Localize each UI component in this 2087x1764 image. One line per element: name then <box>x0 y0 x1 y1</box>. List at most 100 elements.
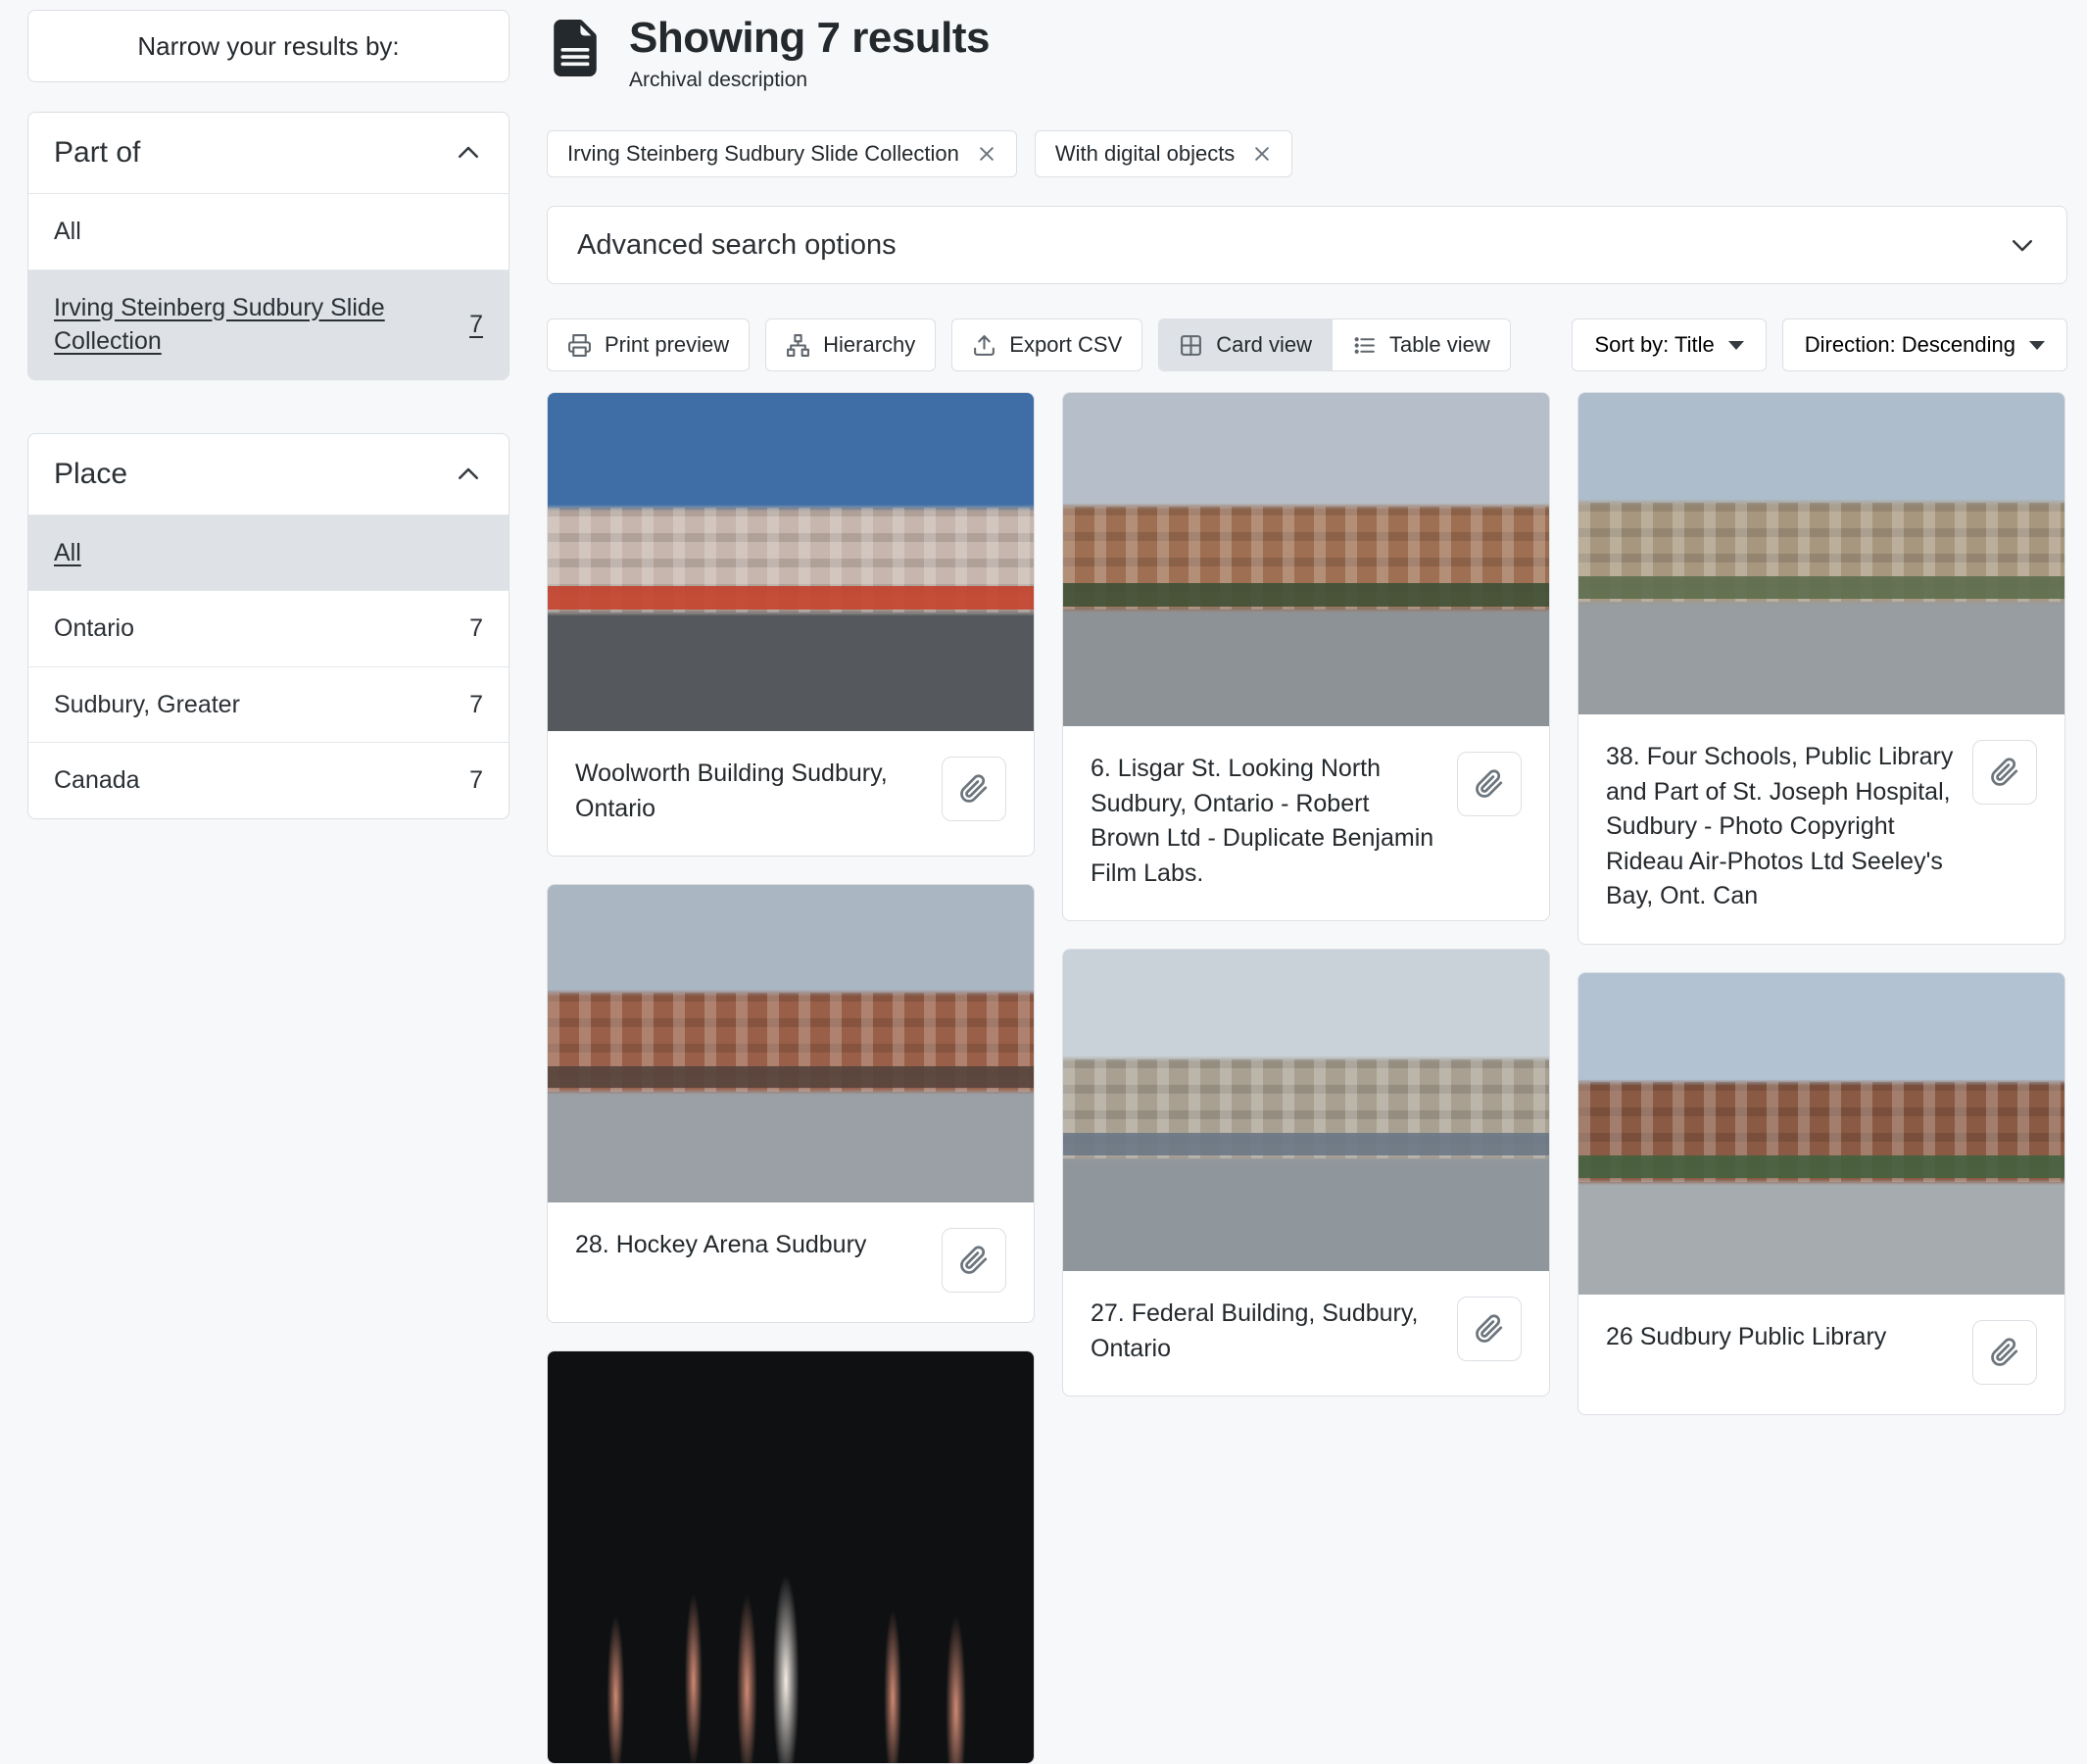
close-icon[interactable] <box>977 144 996 164</box>
filter-pill-label: With digital objects <box>1055 141 1235 167</box>
results-grid: Woolworth Building Sudbury, Ontario 28. H… <box>547 392 2067 1764</box>
card-view-label: Card view <box>1216 332 1312 358</box>
file-text-icon <box>547 18 604 78</box>
facet-section-place-header[interactable]: Place <box>28 434 509 514</box>
result-card[interactable]: 28. Hockey Arena Sudbury <box>547 884 1035 1323</box>
results-column: 38. Four Schools, Public Library and Par… <box>1577 392 2065 1415</box>
attachment-button[interactable] <box>942 757 1006 821</box>
result-thumbnail[interactable] <box>1578 393 2064 714</box>
result-card[interactable]: 38. Four Schools, Public Library and Par… <box>1577 392 2065 945</box>
table-view-label: Table view <box>1389 332 1490 358</box>
chevron-down-icon <box>2008 230 2037 260</box>
hierarchy-icon <box>786 333 810 358</box>
chevron-up-icon <box>454 460 483 489</box>
facet-option-part-of-all[interactable]: All <box>28 193 509 270</box>
advanced-search-label: Advanced search options <box>577 229 897 262</box>
result-thumbnail[interactable] <box>1063 393 1549 726</box>
facet-option-label[interactable]: All <box>54 536 81 570</box>
result-card-body: Woolworth Building Sudbury, Ontario <box>548 731 1034 856</box>
result-title-link[interactable]: 6. Lisgar St. Looking North Sudbury, Ont… <box>1091 752 1439 891</box>
chevron-up-icon <box>454 138 483 168</box>
view-toggle-group: Card view Table view <box>1158 318 1511 371</box>
facet-sidebar: Narrow your results by: Part of All Irvi… <box>27 10 510 872</box>
list-icon <box>1352 333 1377 358</box>
result-card-body: 38. Four Schools, Public Library and Par… <box>1578 714 2064 944</box>
results-toolbar: Print preview Hierarchy Export CSV <box>547 318 2067 371</box>
facet-section-part-of: Part of All Irving Steinberg Sudbury Sli… <box>27 112 510 380</box>
attachment-button[interactable] <box>942 1228 1006 1293</box>
facet-option-place-sudbury[interactable]: Sudbury, Greater 7 <box>28 666 509 743</box>
result-card-body: 27. Federal Building, Sudbury, Ontario <box>1063 1271 1549 1396</box>
facet-option-label: All <box>54 215 81 249</box>
sidebar-title: Narrow your results by: <box>137 31 399 62</box>
facet-option-place-all[interactable]: All <box>28 514 509 591</box>
attachment-button[interactable] <box>1457 1297 1522 1361</box>
direction-dropdown[interactable]: Direction: Descending <box>1782 318 2067 371</box>
result-title-link[interactable]: 28. Hockey Arena Sudbury <box>575 1228 924 1263</box>
hierarchy-button[interactable]: Hierarchy <box>765 318 936 371</box>
result-title-link[interactable]: 27. Federal Building, Sudbury, Ontario <box>1091 1297 1439 1366</box>
export-csv-label: Export CSV <box>1009 332 1122 358</box>
page-header: Showing 7 results Archival description <box>547 14 990 92</box>
facet-option-count: 7 <box>469 688 483 722</box>
sort-by-label: Sort by: Title <box>1594 332 1714 358</box>
advanced-search-toggle[interactable]: Advanced search options <box>547 206 2067 284</box>
grid-icon <box>1179 333 1203 358</box>
results-column: Woolworth Building Sudbury, Ontario 28. H… <box>547 392 1035 1764</box>
result-card-body: 28. Hockey Arena Sudbury <box>548 1202 1034 1322</box>
sort-by-dropdown[interactable]: Sort by: Title <box>1572 318 1766 371</box>
export-icon <box>972 333 996 358</box>
result-thumbnail[interactable] <box>548 393 1034 731</box>
result-thumbnail[interactable] <box>548 1351 1034 1763</box>
export-csv-button[interactable]: Export CSV <box>951 318 1142 371</box>
paperclip-icon <box>1475 769 1504 799</box>
active-filters: Irving Steinberg Sudbury Slide Collectio… <box>547 130 1292 177</box>
page-subtitle: Archival description <box>629 69 990 92</box>
paperclip-icon <box>1990 758 2019 787</box>
result-title-link[interactable]: 26 Sudbury Public Library <box>1606 1320 1955 1355</box>
facet-option-count: 7 <box>469 612 483 646</box>
facet-option-part-of-collection[interactable]: Irving Steinberg Sudbury Slide Collectio… <box>28 270 509 379</box>
paperclip-icon <box>1990 1338 2019 1367</box>
printer-icon <box>567 333 592 358</box>
attachment-button[interactable] <box>1972 1320 2037 1385</box>
close-icon[interactable] <box>1252 144 1272 164</box>
result-card[interactable]: 26 Sudbury Public Library <box>1577 972 2065 1415</box>
table-view-button[interactable]: Table view <box>1332 319 1510 370</box>
result-thumbnail[interactable] <box>548 885 1034 1202</box>
filter-pill-label: Irving Steinberg Sudbury Slide Collectio… <box>567 141 959 167</box>
print-preview-button[interactable]: Print preview <box>547 318 750 371</box>
attachment-button[interactable] <box>1457 752 1522 816</box>
facet-option-label: Canada <box>54 763 140 798</box>
result-card[interactable]: 27. Federal Building, Sudbury, Ontario <box>1062 949 1550 1396</box>
paperclip-icon <box>959 774 989 804</box>
print-preview-label: Print preview <box>605 332 729 358</box>
facet-option-place-ontario[interactable]: Ontario 7 <box>28 590 509 666</box>
result-title-link[interactable]: 38. Four Schools, Public Library and Par… <box>1606 740 1955 914</box>
result-thumbnail[interactable] <box>1063 950 1549 1271</box>
caret-down-icon <box>1728 341 1744 350</box>
facet-section-part-of-header[interactable]: Part of <box>28 113 509 193</box>
result-card[interactable] <box>547 1350 1035 1764</box>
facet-section-title: Place <box>54 458 127 491</box>
paperclip-icon <box>959 1246 989 1275</box>
facet-option-label: Ontario <box>54 612 134 646</box>
caret-down-icon <box>2029 341 2045 350</box>
facet-option-count: 7 <box>469 763 483 798</box>
sidebar-title-card: Narrow your results by: <box>27 10 510 82</box>
result-thumbnail[interactable] <box>1578 973 2064 1295</box>
facet-option-place-canada[interactable]: Canada 7 <box>28 742 509 818</box>
facet-option-count[interactable]: 7 <box>469 308 483 342</box>
direction-label: Direction: Descending <box>1805 332 2015 358</box>
result-title-link[interactable]: Woolworth Building Sudbury, Ontario <box>575 757 924 826</box>
results-column: 6. Lisgar St. Looking North Sudbury, Ont… <box>1062 392 1550 1396</box>
card-view-button[interactable]: Card view <box>1159 319 1332 370</box>
facet-section-place: Place All Ontario 7 Sudbury, Greater 7 C… <box>27 433 510 819</box>
facet-option-label[interactable]: Irving Steinberg Sudbury Slide Collectio… <box>54 291 450 359</box>
facet-option-label: Sudbury, Greater <box>54 688 240 722</box>
result-card[interactable]: Woolworth Building Sudbury, Ontario <box>547 392 1035 857</box>
result-card[interactable]: 6. Lisgar St. Looking North Sudbury, Ont… <box>1062 392 1550 921</box>
attachment-button[interactable] <box>1972 740 2037 805</box>
filter-pill-digital-objects: With digital objects <box>1035 130 1292 177</box>
page-title: Showing 7 results <box>629 14 990 63</box>
